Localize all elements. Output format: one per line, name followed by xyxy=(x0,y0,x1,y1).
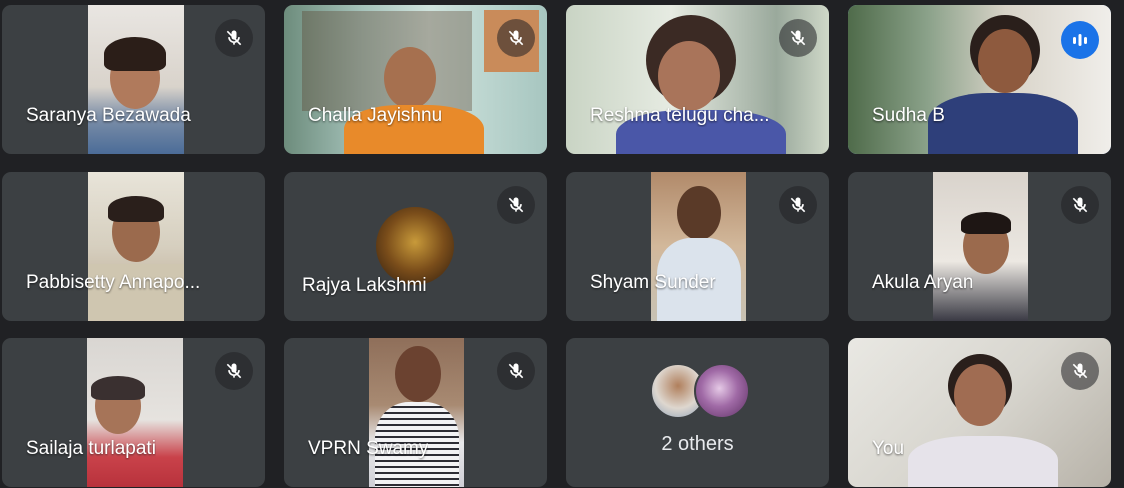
avatar xyxy=(694,363,750,419)
others-count: 2 others xyxy=(661,433,734,455)
participant-tile-sudha-b[interactable]: Sudha B xyxy=(848,5,1111,154)
participant-name: Akula Aryan xyxy=(872,272,974,293)
participant-tile-others[interactable]: 2 others xyxy=(566,338,829,487)
participant-tile-challa-jayishnu[interactable]: Challa Jayishnu xyxy=(284,5,547,154)
participant-tile-akula-aryan[interactable]: Akula Aryan xyxy=(848,172,1111,321)
participant-tile-you[interactable]: You xyxy=(848,338,1111,487)
participant-tile-saranya-bezawada[interactable]: Saranya Bezawada xyxy=(2,5,265,154)
mic-off-icon xyxy=(497,19,535,57)
participant-name: Reshma telugu cha... xyxy=(590,105,770,126)
participant-tile-reshma[interactable]: Reshma telugu cha... xyxy=(566,5,829,154)
participant-video xyxy=(651,172,746,321)
mic-off-icon xyxy=(1061,352,1099,390)
avatar xyxy=(376,207,454,285)
mic-off-icon xyxy=(1061,186,1099,224)
participant-video xyxy=(369,338,464,487)
participant-video xyxy=(87,338,183,487)
mic-off-icon xyxy=(215,19,253,57)
participant-video xyxy=(933,172,1028,321)
participant-tile-rajya-lakshmi[interactable]: Rajya Lakshmi xyxy=(284,172,547,321)
participant-name: Rajya Lakshmi xyxy=(302,275,427,296)
participant-name: Challa Jayishnu xyxy=(308,105,443,126)
participant-name: Sailaja turlapati xyxy=(26,438,156,459)
mic-off-icon xyxy=(497,186,535,224)
participant-name: You xyxy=(872,438,905,459)
participant-tile-vprn-swamy[interactable]: VPRN Swamy xyxy=(284,338,547,487)
mic-off-icon xyxy=(779,186,817,224)
speaking-indicator-icon xyxy=(1061,21,1099,59)
participant-video xyxy=(88,5,184,154)
mic-off-icon xyxy=(779,19,817,57)
participant-tile-shyam-sunder[interactable]: Shyam Sunder xyxy=(566,172,829,321)
participant-name: Sudha B xyxy=(872,105,945,126)
participant-name: VPRN Swamy xyxy=(308,438,429,459)
mic-off-icon xyxy=(497,352,535,390)
participant-name: Saranya Bezawada xyxy=(26,105,191,126)
participant-tile-sailaja-turlapati[interactable]: Sailaja turlapati xyxy=(2,338,265,487)
participant-name: Pabbisetty Annapo... xyxy=(26,272,201,293)
participant-video xyxy=(88,172,184,321)
participant-tile-pabbisetty[interactable]: Pabbisetty Annapo... xyxy=(2,172,265,321)
participant-name: Shyam Sunder xyxy=(590,272,716,293)
mic-off-icon xyxy=(215,352,253,390)
